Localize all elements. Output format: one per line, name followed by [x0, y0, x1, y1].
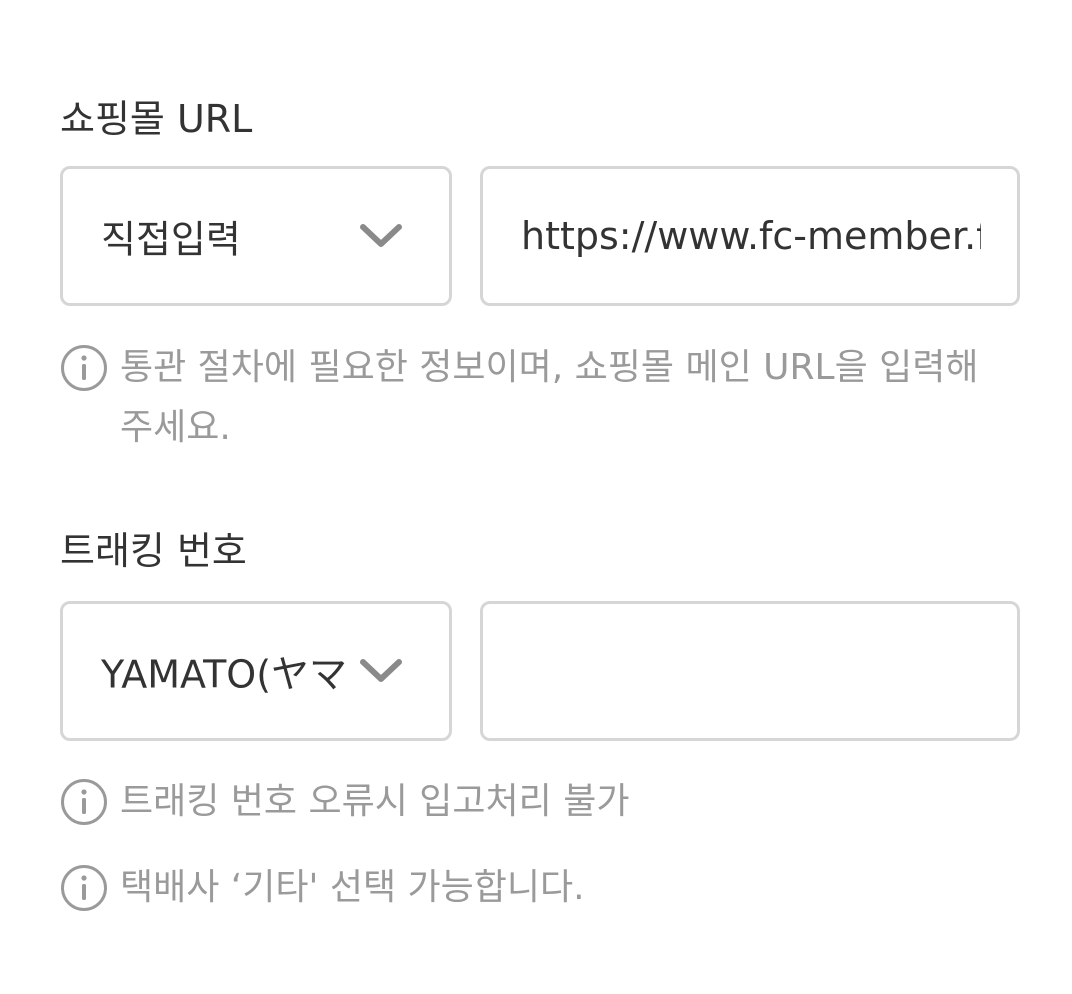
chevron-down-icon	[360, 224, 402, 247]
shop-url-type-select[interactable]: 직접입력	[60, 166, 452, 306]
info-icon	[61, 865, 107, 911]
shipping-form: 쇼핑몰 URL 직접입력 통관 절차에 필요한 정보이며, 쇼핑몰 메인 URL…	[0, 0, 1072, 994]
tracking-hint-other: 택배사 ‘기타' 선택 가능합니다.	[60, 858, 1020, 918]
carrier-select[interactable]: YAMATO(ヤマ	[60, 601, 452, 741]
tracking-label: 트래킹 번호	[60, 529, 247, 573]
carrier-select-value: YAMATO(ヤマ	[101, 652, 348, 697]
shop-url-type-value: 직접입력	[101, 217, 241, 262]
shop-url-hint-text: 통관 절차에 필요한 정보이며, 쇼핑몰 메인 URL을 입력해 주세요.	[120, 347, 979, 448]
tracking-hint-other-text: 택배사 ‘기타' 선택 가능합니다.	[120, 867, 585, 908]
shop-url-label: 쇼핑몰 URL	[60, 97, 253, 141]
chevron-down-icon	[360, 659, 402, 682]
info-icon	[61, 779, 107, 825]
tracking-hint-error-text: 트래킹 번호 오류시 입고처리 불가	[120, 781, 630, 822]
shop-url-input[interactable]	[480, 166, 1020, 306]
info-icon	[61, 345, 107, 391]
tracking-number-input[interactable]	[480, 601, 1020, 741]
shop-url-hint: 통관 절차에 필요한 정보이며, 쇼핑몰 메인 URL을 입력해 주세요.	[60, 338, 1020, 458]
tracking-hint-error: 트래킹 번호 오류시 입고처리 불가	[60, 772, 1020, 832]
